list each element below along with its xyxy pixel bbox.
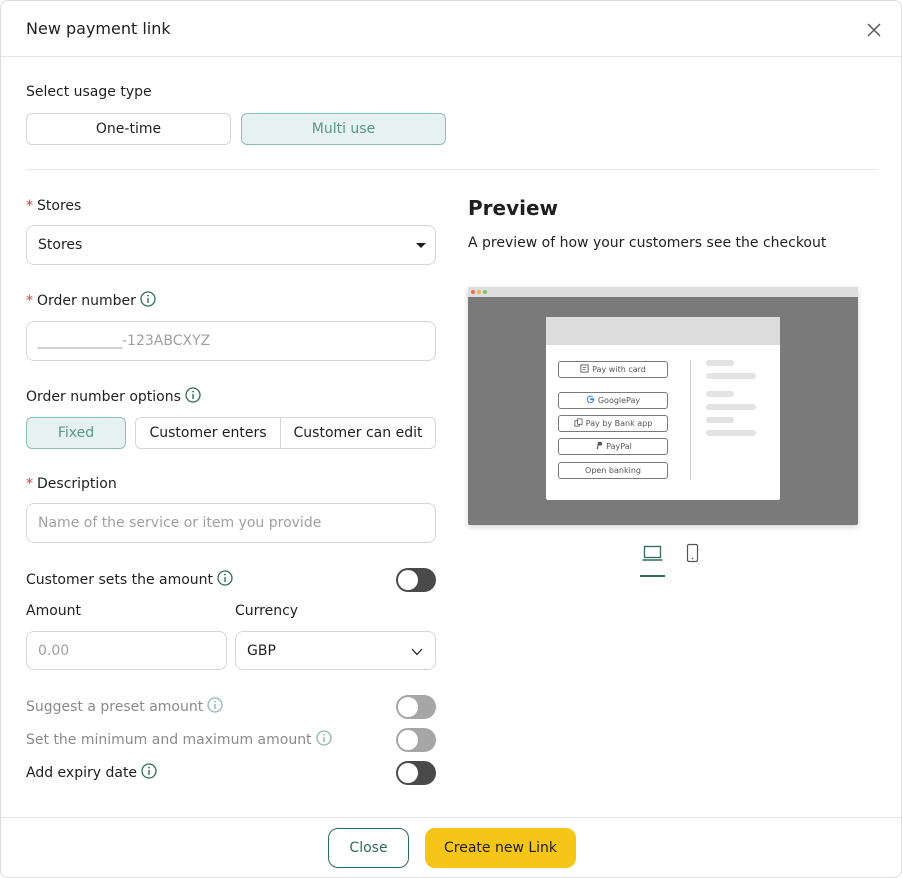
checkout-header: [546, 317, 780, 345]
close-icon[interactable]: [865, 21, 883, 39]
min-max-text: Set the minimum and maximum amount: [26, 732, 312, 748]
order-number-label-text: Order number: [37, 293, 136, 309]
order-options-label-text: Order number options: [26, 389, 181, 405]
info-icon[interactable]: [315, 730, 332, 746]
checkout-preview: Pay with card GooglePay Pay by Bank app …: [468, 287, 858, 525]
order-number-label: * Order number: [26, 291, 156, 309]
customer-sets-amount-label: Customer sets the amount: [26, 570, 233, 588]
description-placeholder: Name of the service or item you provide: [38, 515, 322, 531]
caret-down-icon: [416, 243, 426, 248]
paypal-icon: [596, 441, 603, 450]
usage-type-label: Select usage type: [26, 84, 152, 100]
usage-one-time-button[interactable]: One-time: [26, 113, 231, 145]
preview-open-banking-button: Open banking: [558, 462, 668, 479]
payment-link-modal: New payment link Select usage type One-t…: [0, 0, 902, 878]
device-selected-underline: [640, 575, 665, 577]
order-options-group: Customer enters Customer can edit: [135, 417, 436, 449]
checkout-card: Pay with card GooglePay Pay by Bank app …: [546, 317, 780, 500]
window-dot: [477, 290, 481, 294]
window-dot: [471, 290, 475, 294]
card-icon: [580, 364, 589, 373]
expiry-toggle[interactable]: [396, 761, 436, 785]
chevron-down-icon: [411, 648, 423, 656]
modal-title: New payment link: [26, 19, 171, 38]
expiry-label: Add expiry date: [26, 763, 157, 781]
min-max-label: Set the minimum and maximum amount: [26, 730, 332, 748]
required-asterisk: *: [26, 198, 33, 214]
preview-googlepay-label: GooglePay: [597, 396, 641, 405]
summary-placeholder-line: [706, 391, 734, 397]
amount-input[interactable]: 0.00: [26, 631, 227, 670]
close-button[interactable]: Close: [328, 828, 409, 868]
amount-label: Amount: [26, 603, 82, 619]
info-icon[interactable]: [185, 387, 201, 403]
description-label: * Description: [26, 476, 117, 492]
order-option-customer-can-edit[interactable]: Customer can edit: [281, 418, 435, 448]
preview-googlepay-button: GooglePay: [558, 392, 668, 409]
min-max-toggle[interactable]: [396, 728, 436, 752]
summary-placeholder-line: [706, 404, 756, 410]
preview-paypal-button: PayPal: [558, 438, 668, 455]
order-option-customer-enters[interactable]: Customer enters: [136, 418, 280, 448]
section-divider: [26, 169, 877, 170]
create-link-button[interactable]: Create new Link: [425, 828, 576, 868]
preview-open-banking-label: Open banking: [585, 466, 641, 475]
preset-amount-label: Suggest a preset amount: [26, 697, 223, 715]
customer-sets-amount-text: Customer sets the amount: [26, 572, 214, 588]
currency-select-value: GBP: [247, 643, 276, 659]
stores-label: * Stores: [26, 198, 81, 214]
expiry-text: Add expiry date: [26, 765, 138, 781]
currency-select[interactable]: GBP: [235, 631, 436, 670]
preview-pay-by-bank-button: Pay by Bank app: [558, 415, 668, 432]
preview-pay-card-button: Pay with card: [558, 361, 668, 378]
stores-select[interactable]: Stores: [26, 225, 436, 265]
info-icon[interactable]: [141, 763, 157, 779]
window-dot: [483, 290, 487, 294]
customer-sets-amount-toggle[interactable]: [396, 568, 436, 592]
mobile-icon[interactable]: [686, 543, 699, 563]
description-input[interactable]: Name of the service or item you provide: [26, 503, 436, 543]
summary-placeholder-line: [706, 373, 756, 379]
preset-amount-text: Suggest a preset amount: [26, 699, 204, 715]
summary-placeholder-line: [706, 430, 756, 436]
required-asterisk: *: [26, 293, 33, 309]
summary-placeholder-line: [706, 417, 734, 423]
browser-bar: [468, 287, 858, 297]
laptop-icon[interactable]: [642, 545, 663, 562]
preview-pay-card-label: Pay with card: [592, 365, 646, 374]
preview-paypal-label: PayPal: [606, 442, 632, 451]
toggle-knob: [398, 763, 418, 783]
preview-title: Preview: [468, 196, 559, 220]
currency-label: Currency: [235, 603, 299, 619]
info-icon[interactable]: [217, 570, 233, 586]
bank-app-icon: [574, 418, 583, 427]
toggle-knob: [398, 697, 418, 717]
toggle-knob: [398, 570, 418, 590]
stores-label-text: Stores: [37, 198, 82, 214]
order-option-fixed[interactable]: Fixed: [26, 417, 126, 449]
modal-header: New payment link: [1, 1, 901, 57]
summary-placeholder-line: [706, 360, 734, 366]
info-icon[interactable]: [140, 291, 156, 307]
order-options-label: Order number options: [26, 387, 201, 405]
preview-pay-by-bank-label: Pay by Bank app: [585, 419, 653, 428]
stores-select-value: Stores: [38, 237, 83, 253]
order-number-input[interactable]: ____________-123ABCXYZ: [26, 321, 436, 361]
preset-amount-toggle[interactable]: [396, 695, 436, 719]
order-number-placeholder: ____________-123ABCXYZ: [38, 333, 211, 349]
usage-multi-use-button[interactable]: Multi use: [241, 113, 446, 145]
preview-subtitle: A preview of how your customers see the …: [468, 235, 827, 251]
required-asterisk: *: [26, 476, 33, 492]
info-icon[interactable]: [207, 697, 223, 713]
amount-placeholder: 0.00: [38, 643, 70, 659]
description-label-text: Description: [37, 476, 117, 492]
google-icon: [586, 395, 595, 404]
toggle-knob: [398, 730, 418, 750]
checkout-separator: [690, 360, 691, 480]
